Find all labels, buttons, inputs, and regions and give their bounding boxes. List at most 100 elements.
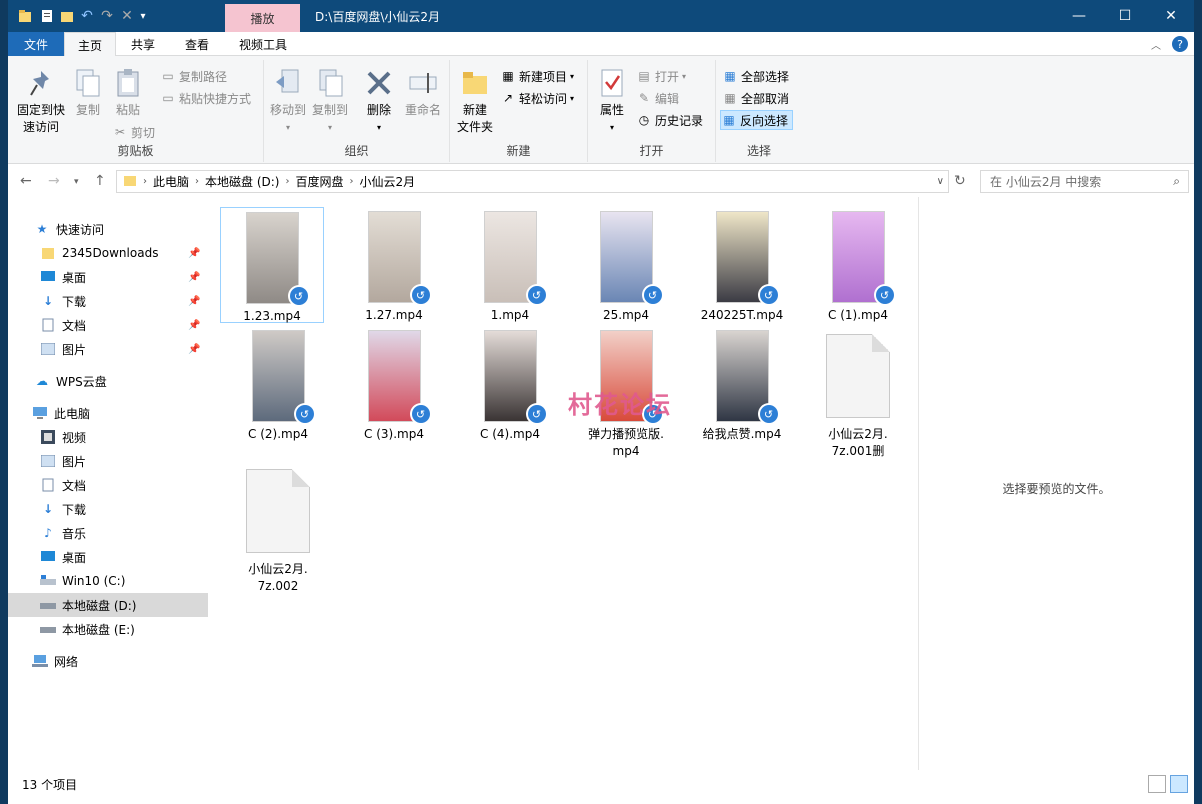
nav-item-music[interactable]: ♪ 音乐	[8, 521, 208, 545]
nav-item-2345downloads[interactable]: 2345Downloads 📌	[8, 241, 208, 265]
edit-icon: ✎	[638, 91, 650, 105]
redo-icon[interactable]: ↷	[98, 6, 116, 26]
customize-qat-icon[interactable]: ▾	[136, 6, 150, 26]
document-icon	[40, 477, 56, 493]
file-item[interactable]: ↺ 1.mp4	[452, 211, 568, 324]
properties-button[interactable]: 属性 ▾	[592, 66, 632, 136]
folder-icon[interactable]	[16, 6, 34, 26]
nav-item-pictures[interactable]: 图片 📌	[8, 337, 208, 361]
edit-button[interactable]: ✎ 编辑	[636, 88, 679, 108]
large-icons-view-icon[interactable]	[1170, 775, 1188, 793]
history-icon: ◷	[638, 113, 650, 127]
video-badge-icon: ↺	[757, 403, 780, 425]
details-view-icon[interactable]	[1148, 775, 1166, 793]
nav-item-pc-documents[interactable]: 文档	[8, 473, 208, 497]
ribbon: 固定到快 速访问 复制 粘贴 ▭ 复制路径 ▭ 粘贴快捷方式 ✂ 剪切 剪贴板 移动到…	[8, 56, 1194, 164]
nav-this-pc[interactable]: 此电脑	[8, 401, 208, 425]
tab-file[interactable]: 文件	[8, 32, 64, 56]
open-button[interactable]: ▤ 打开 ▾	[636, 66, 686, 86]
crumb-drive-d[interactable]: 本地磁盘 (D:)	[199, 173, 285, 190]
address-bar[interactable]: › 此电脑 › 本地磁盘 (D:) › 百度网盘 › 小仙云2月 ∨	[116, 170, 949, 193]
tab-share[interactable]: 共享	[118, 32, 168, 56]
new-folder-icon[interactable]	[58, 6, 76, 26]
crumb-current[interactable]: 小仙云2月	[354, 173, 422, 190]
delete-button[interactable]: 删除 ▾	[362, 66, 396, 136]
delete-icon[interactable]: ✕	[118, 6, 136, 26]
chevron-down-icon[interactable]: ∨	[937, 176, 948, 187]
select-none-button[interactable]: ▦ 全部取消	[722, 88, 789, 108]
file-item[interactable]: ↺ C (1).mp4	[800, 211, 916, 324]
nav-item-drive-c[interactable]: Win10 (C:)	[8, 569, 208, 593]
file-item[interactable]: ↺ 240225T.mp4	[684, 211, 800, 324]
nav-item-drive-d[interactable]: 本地磁盘 (D:)	[8, 593, 208, 617]
undo-icon[interactable]: ↶	[78, 6, 96, 26]
rename-icon	[407, 66, 439, 100]
pin-quick-access-button[interactable]: 固定到快 速访问	[14, 66, 68, 136]
scissors-icon: ✂	[114, 125, 126, 139]
minimize-button[interactable]: —	[1056, 0, 1102, 32]
crumb-this-pc[interactable]: 此电脑	[147, 173, 195, 190]
easy-access-button[interactable]: ↗ 轻松访问 ▾	[500, 88, 574, 108]
properties-icon[interactable]	[38, 6, 56, 26]
move-to-button[interactable]: 移动到 ▾	[268, 66, 308, 136]
search-input[interactable]: 在 小仙云2月 中搜索 ⌕	[980, 170, 1189, 193]
paste-button[interactable]: 粘贴	[110, 66, 146, 119]
up-arrow-icon[interactable]: ↑	[94, 173, 106, 189]
video-badge-icon: ↺	[409, 284, 432, 306]
nav-item-desktop[interactable]: 桌面 📌	[8, 265, 208, 289]
tab-video-tools[interactable]: 视频工具	[226, 32, 300, 56]
tab-home[interactable]: 主页	[64, 32, 116, 57]
copy-button[interactable]: 复制	[70, 66, 106, 119]
back-arrow-icon[interactable]: ←	[20, 173, 32, 189]
tab-view[interactable]: 查看	[172, 32, 222, 56]
file-item[interactable]: ↺ 1.27.mp4	[336, 211, 452, 324]
star-icon: ★	[36, 222, 48, 236]
video-thumbnail: ↺	[715, 211, 780, 306]
nav-wps-cloud[interactable]: ☁ WPS云盘	[8, 369, 208, 393]
cut-button[interactable]: ✂ 剪切	[112, 122, 155, 142]
new-item-button[interactable]: ▦ 新建项目 ▾	[500, 66, 574, 86]
nav-item-downloads[interactable]: ↓ 下载 📌	[8, 289, 208, 313]
open-group: 属性 ▾ ▤ 打开 ▾ ✎ 编辑 ◷ 历史记录 打开	[588, 60, 716, 162]
file-item[interactable]: ↺ C (3).mp4	[336, 330, 452, 443]
copy-path-button[interactable]: ▭ 复制路径	[160, 66, 227, 86]
recent-locations-icon[interactable]: ▾	[74, 177, 79, 187]
copy-to-button[interactable]: 复制到 ▾	[310, 66, 350, 136]
computer-icon	[32, 405, 48, 421]
cloud-icon: ☁	[36, 374, 48, 388]
file-item[interactable]: ↺ 25.mp4	[568, 211, 684, 324]
file-item[interactable]: 小仙云2月. 7z.002	[220, 469, 336, 595]
nav-item-documents[interactable]: 文档 📌	[8, 313, 208, 337]
file-item[interactable]: ↺ 给我点赞.mp4	[684, 330, 800, 443]
collapse-ribbon-icon[interactable]: ︿	[1148, 32, 1164, 56]
nav-item-pc-desktop[interactable]: 桌面	[8, 545, 208, 569]
new-group: 新建 文件夹 ▦ 新建项目 ▾ ↗ 轻松访问 ▾ 新建	[450, 60, 588, 162]
file-item[interactable]: 小仙云2月. 7z.001删	[800, 334, 916, 460]
rename-button[interactable]: 重命名	[402, 66, 444, 119]
maximize-button[interactable]: ☐	[1102, 0, 1148, 32]
nav-quick-access[interactable]: ★ 快速访问	[8, 217, 208, 241]
video-badge-icon: ↺	[873, 284, 896, 306]
file-list: ↺ 1.23.mp4 ↺ 1.27.mp4 ↺ 1.mp4 ↺ 25.mp4 ↺…	[212, 197, 918, 770]
history-button[interactable]: ◷ 历史记录	[636, 110, 703, 130]
nav-item-pc-pictures[interactable]: 图片	[8, 449, 208, 473]
refresh-icon[interactable]: ↻	[954, 173, 966, 189]
nav-item-drive-e[interactable]: 本地磁盘 (E:)	[8, 617, 208, 641]
invert-selection-button[interactable]: ▦ 反向选择	[720, 110, 794, 130]
new-folder-button[interactable]: 新建 文件夹	[454, 66, 496, 136]
close-button[interactable]: ✕	[1148, 0, 1194, 32]
help-icon[interactable]: ?	[1172, 36, 1188, 52]
forward-arrow-icon[interactable]: →	[48, 173, 60, 189]
file-item[interactable]: ↺ 1.23.mp4	[220, 207, 324, 323]
paste-shortcut-button[interactable]: ▭ 粘贴快捷方式	[160, 88, 251, 108]
video-badge-icon: ↺	[525, 403, 548, 425]
select-all-button[interactable]: ▦ 全部选择	[722, 66, 789, 86]
file-item[interactable]: ↺ C (2).mp4	[220, 330, 336, 443]
status-bar: 13 个项目	[8, 772, 1194, 796]
nav-item-pc-downloads[interactable]: ↓ 下载	[8, 497, 208, 521]
crumb-baidu[interactable]: 百度网盘	[289, 173, 349, 190]
context-tab-play[interactable]: 播放	[225, 4, 300, 32]
file-item[interactable]: ↺ C (4).mp4	[452, 330, 568, 443]
nav-network[interactable]: 网络	[8, 649, 208, 673]
nav-item-videos[interactable]: 视频	[8, 425, 208, 449]
